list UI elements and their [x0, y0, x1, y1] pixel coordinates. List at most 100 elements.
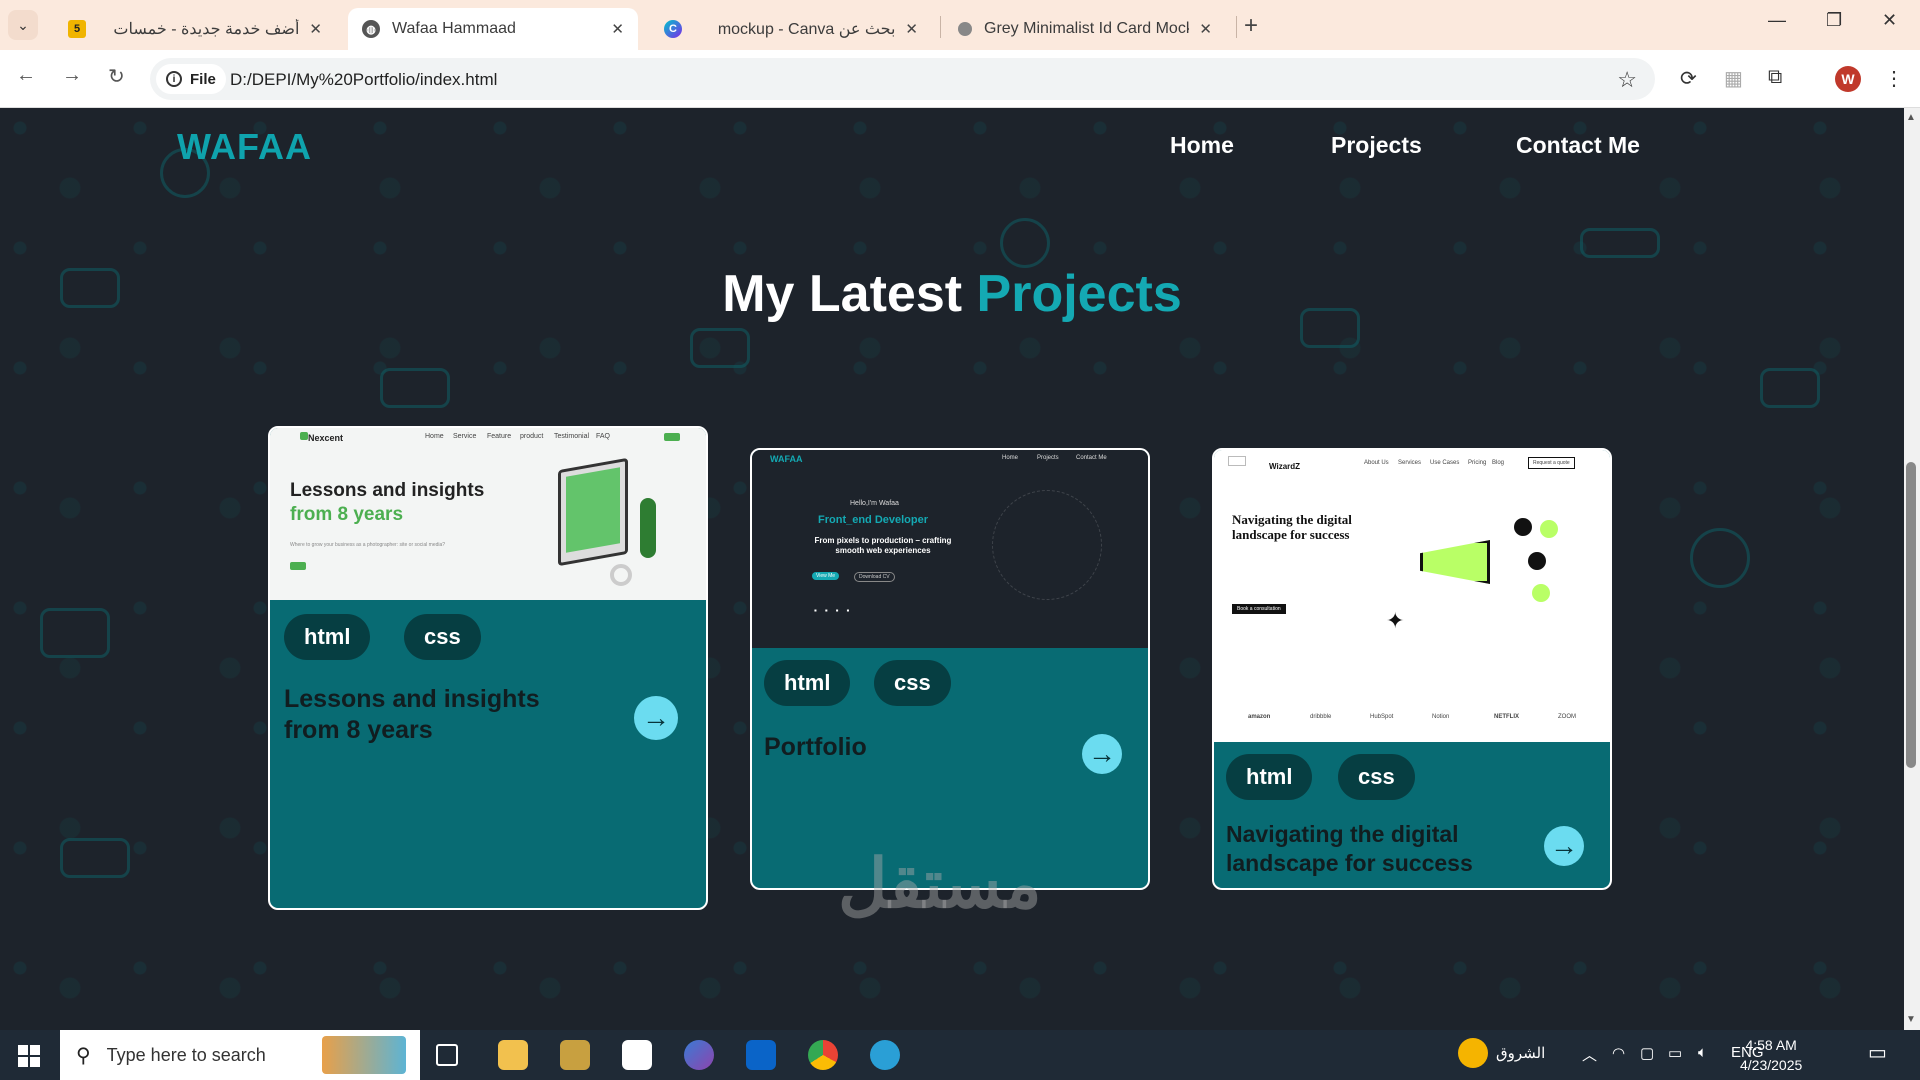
thumb-client-logo: amazon — [1248, 714, 1271, 720]
arrow-right-icon[interactable]: → — [1082, 734, 1122, 774]
project-card-3[interactable]: WizardZ About Us Services Use Cases Pric… — [1212, 448, 1612, 890]
browser-toolbar: ← → ↻ i File D:/DEPI/My%20Portfolio/inde… — [0, 50, 1920, 108]
info-icon: i — [166, 71, 182, 87]
reload-icon[interactable]: ↻ — [108, 64, 125, 89]
notifications-icon[interactable]: ▭ — [1868, 1040, 1887, 1065]
thumb-role: Front_end Developer — [818, 514, 929, 526]
doodle-keyboard — [1580, 228, 1660, 258]
windows-taskbar: ⚲ Type here to search الشروق ︿ ◠ ▢ ▭ 🔈︎ … — [0, 1030, 1920, 1080]
url-text[interactable]: D:/DEPI/My%20Portfolio/index.html — [230, 70, 497, 90]
tag-html: html — [1226, 754, 1313, 800]
thumb-heading: Lessons and insights — [290, 480, 485, 501]
menu-kebab-icon[interactable]: ⋮ — [1884, 66, 1904, 91]
vscode-icon[interactable] — [870, 1040, 900, 1070]
weather-icon[interactable] — [1458, 1038, 1488, 1068]
nav-home[interactable]: Home — [1170, 132, 1234, 159]
weather-text[interactable]: الشروق — [1496, 1044, 1545, 1062]
project-title: Navigating the digital landscape for suc… — [1226, 821, 1473, 876]
site-info-chip[interactable]: i File — [156, 64, 226, 94]
tab-title: Wafaa Hammaad — [392, 20, 516, 37]
close-icon[interactable]: ✕ — [611, 20, 624, 38]
bookmark-star-icon[interactable]: ☆ — [1617, 67, 1637, 93]
watermark-logo: مستقل — [838, 846, 1042, 922]
scroll-up-arrow-icon[interactable]: ▲ — [1906, 112, 1916, 123]
tab-wafaa-hammaad[interactable]: ◍ Wafaa Hammaad ✕ — [348, 8, 638, 50]
globe-icon: ◍ — [362, 20, 380, 38]
taskbar-search-box[interactable]: ⚲ Type here to search — [60, 1030, 420, 1080]
thumb-menu-item: Contact Me — [1076, 455, 1107, 461]
volume-icon[interactable]: 🔈︎ — [1698, 1044, 1707, 1061]
doodle-laptop — [60, 838, 130, 878]
chrome-icon[interactable] — [808, 1040, 838, 1070]
project-thumbnail: WizardZ About Us Services Use Cases Pric… — [1214, 450, 1610, 742]
project-card-1[interactable]: Nexcent Home Service Feature product Tes… — [268, 426, 708, 910]
scroll-down-arrow-icon[interactable]: ▼ — [1906, 1014, 1916, 1025]
outlook-icon[interactable] — [746, 1040, 776, 1070]
tab-title: أضف خدمة جديدة - خمسات — [113, 21, 300, 38]
close-icon[interactable]: ✕ — [905, 20, 918, 38]
thumb-heading: Navigating the digital landscape for suc… — [1232, 512, 1352, 542]
arrow-right-icon[interactable]: → — [634, 696, 678, 740]
minimize-icon[interactable]: — — [1768, 10, 1786, 31]
network-icon[interactable]: ◠ — [1612, 1044, 1625, 1062]
chevron-up-icon[interactable]: ︿ — [1582, 1044, 1597, 1065]
project-thumbnail: WAFAA Home Projects Contact Me Hello,I'm… — [752, 450, 1148, 648]
thumb-menu-item: Feature — [487, 433, 512, 440]
file-explorer-icon[interactable] — [498, 1040, 528, 1070]
tab-grey-id-card[interactable]: Grey Minimalist Id Card Mockup ✕ — [944, 8, 1226, 50]
thumb-menu-item: Testimonial — [554, 433, 590, 440]
tag-html: html — [284, 614, 371, 660]
tab-canva[interactable]: C mockup - Canva بحث عن ✕ — [650, 8, 932, 50]
page-icon — [958, 22, 972, 36]
close-icon[interactable]: ✕ — [309, 20, 322, 38]
copilot-icon[interactable] — [684, 1040, 714, 1070]
back-arrow-icon[interactable]: ← — [16, 64, 36, 87]
close-window-icon[interactable]: ✕ — [1882, 10, 1897, 31]
close-icon[interactable]: ✕ — [1199, 20, 1212, 38]
nav-contact-me[interactable]: Contact Me — [1516, 132, 1640, 159]
thumb-menu-item: Services — [1398, 460, 1422, 466]
tab-separator — [1236, 16, 1237, 38]
media-app-icon[interactable] — [560, 1040, 590, 1070]
task-view-icon[interactable] — [436, 1044, 458, 1066]
tab-khamsat[interactable]: 5 أضف خدمة جديدة - خمسات ✕ — [54, 8, 336, 50]
thumb-client-logo: NETFLIX — [1494, 714, 1519, 720]
thumb-client-logo: Notion — [1432, 714, 1450, 720]
section-title-accent: Projects — [976, 265, 1182, 323]
battery-icon[interactable]: ▭ — [1668, 1044, 1682, 1062]
thumb-person-illustration — [640, 498, 656, 558]
thumb-menu-item: Home — [425, 433, 444, 440]
new-tab-plus-icon[interactable]: + — [1244, 12, 1258, 40]
arrow-right-icon[interactable]: → — [1544, 826, 1584, 866]
thumb-doodle-circle — [992, 490, 1102, 600]
address-bar[interactable]: i File D:/DEPI/My%20Portfolio/index.html… — [150, 58, 1655, 100]
clock-date: 4/23/2025 — [1740, 1057, 1803, 1073]
profile-avatar[interactable]: W — [1835, 66, 1861, 92]
thumb-menu-item: Blog — [1492, 460, 1505, 466]
thumb-tagline: From pixels to production – crafting smo… — [814, 536, 952, 555]
extension-blank-icon[interactable]: ▦ — [1724, 66, 1743, 91]
windows-start-icon[interactable] — [18, 1045, 40, 1067]
extensions-puzzle-icon[interactable]: ⧉ — [1768, 66, 1782, 89]
system-clock[interactable]: 4:58 AM 4/23/2025 — [1740, 1035, 1802, 1075]
forward-arrow-icon[interactable]: → — [62, 64, 82, 87]
restore-icon[interactable]: ❐ — [1826, 10, 1842, 31]
scrollbar-thumb[interactable] — [1906, 462, 1916, 768]
sync-icon[interactable]: ⟳ — [1680, 66, 1697, 91]
thumb-client-logo: dribbble — [1310, 714, 1332, 720]
site-logo[interactable]: WAFAA — [177, 126, 312, 168]
thumb-menu-item: product — [520, 433, 544, 440]
tab-search-chevron-icon[interactable]: ⌄ — [8, 10, 38, 40]
thumb-hello: Hello,I'm Wafaa — [850, 500, 899, 507]
thumb-cta-button — [290, 562, 306, 570]
tag-html: html — [764, 660, 851, 706]
project-card-2[interactable]: WAFAA Home Projects Contact Me Hello,I'm… — [750, 448, 1150, 890]
thumb-view-button: View Me — [812, 572, 840, 580]
microsoft-store-icon[interactable] — [622, 1040, 652, 1070]
khamsat-icon: 5 — [68, 20, 86, 38]
nav-projects[interactable]: Projects — [1331, 132, 1422, 159]
meet-icon[interactable]: ▢ — [1640, 1044, 1654, 1062]
doodle-envelope — [1760, 368, 1820, 408]
project-thumbnail: Nexcent Home Service Feature product Tes… — [270, 428, 706, 600]
thumb-location-icon — [1532, 584, 1550, 602]
